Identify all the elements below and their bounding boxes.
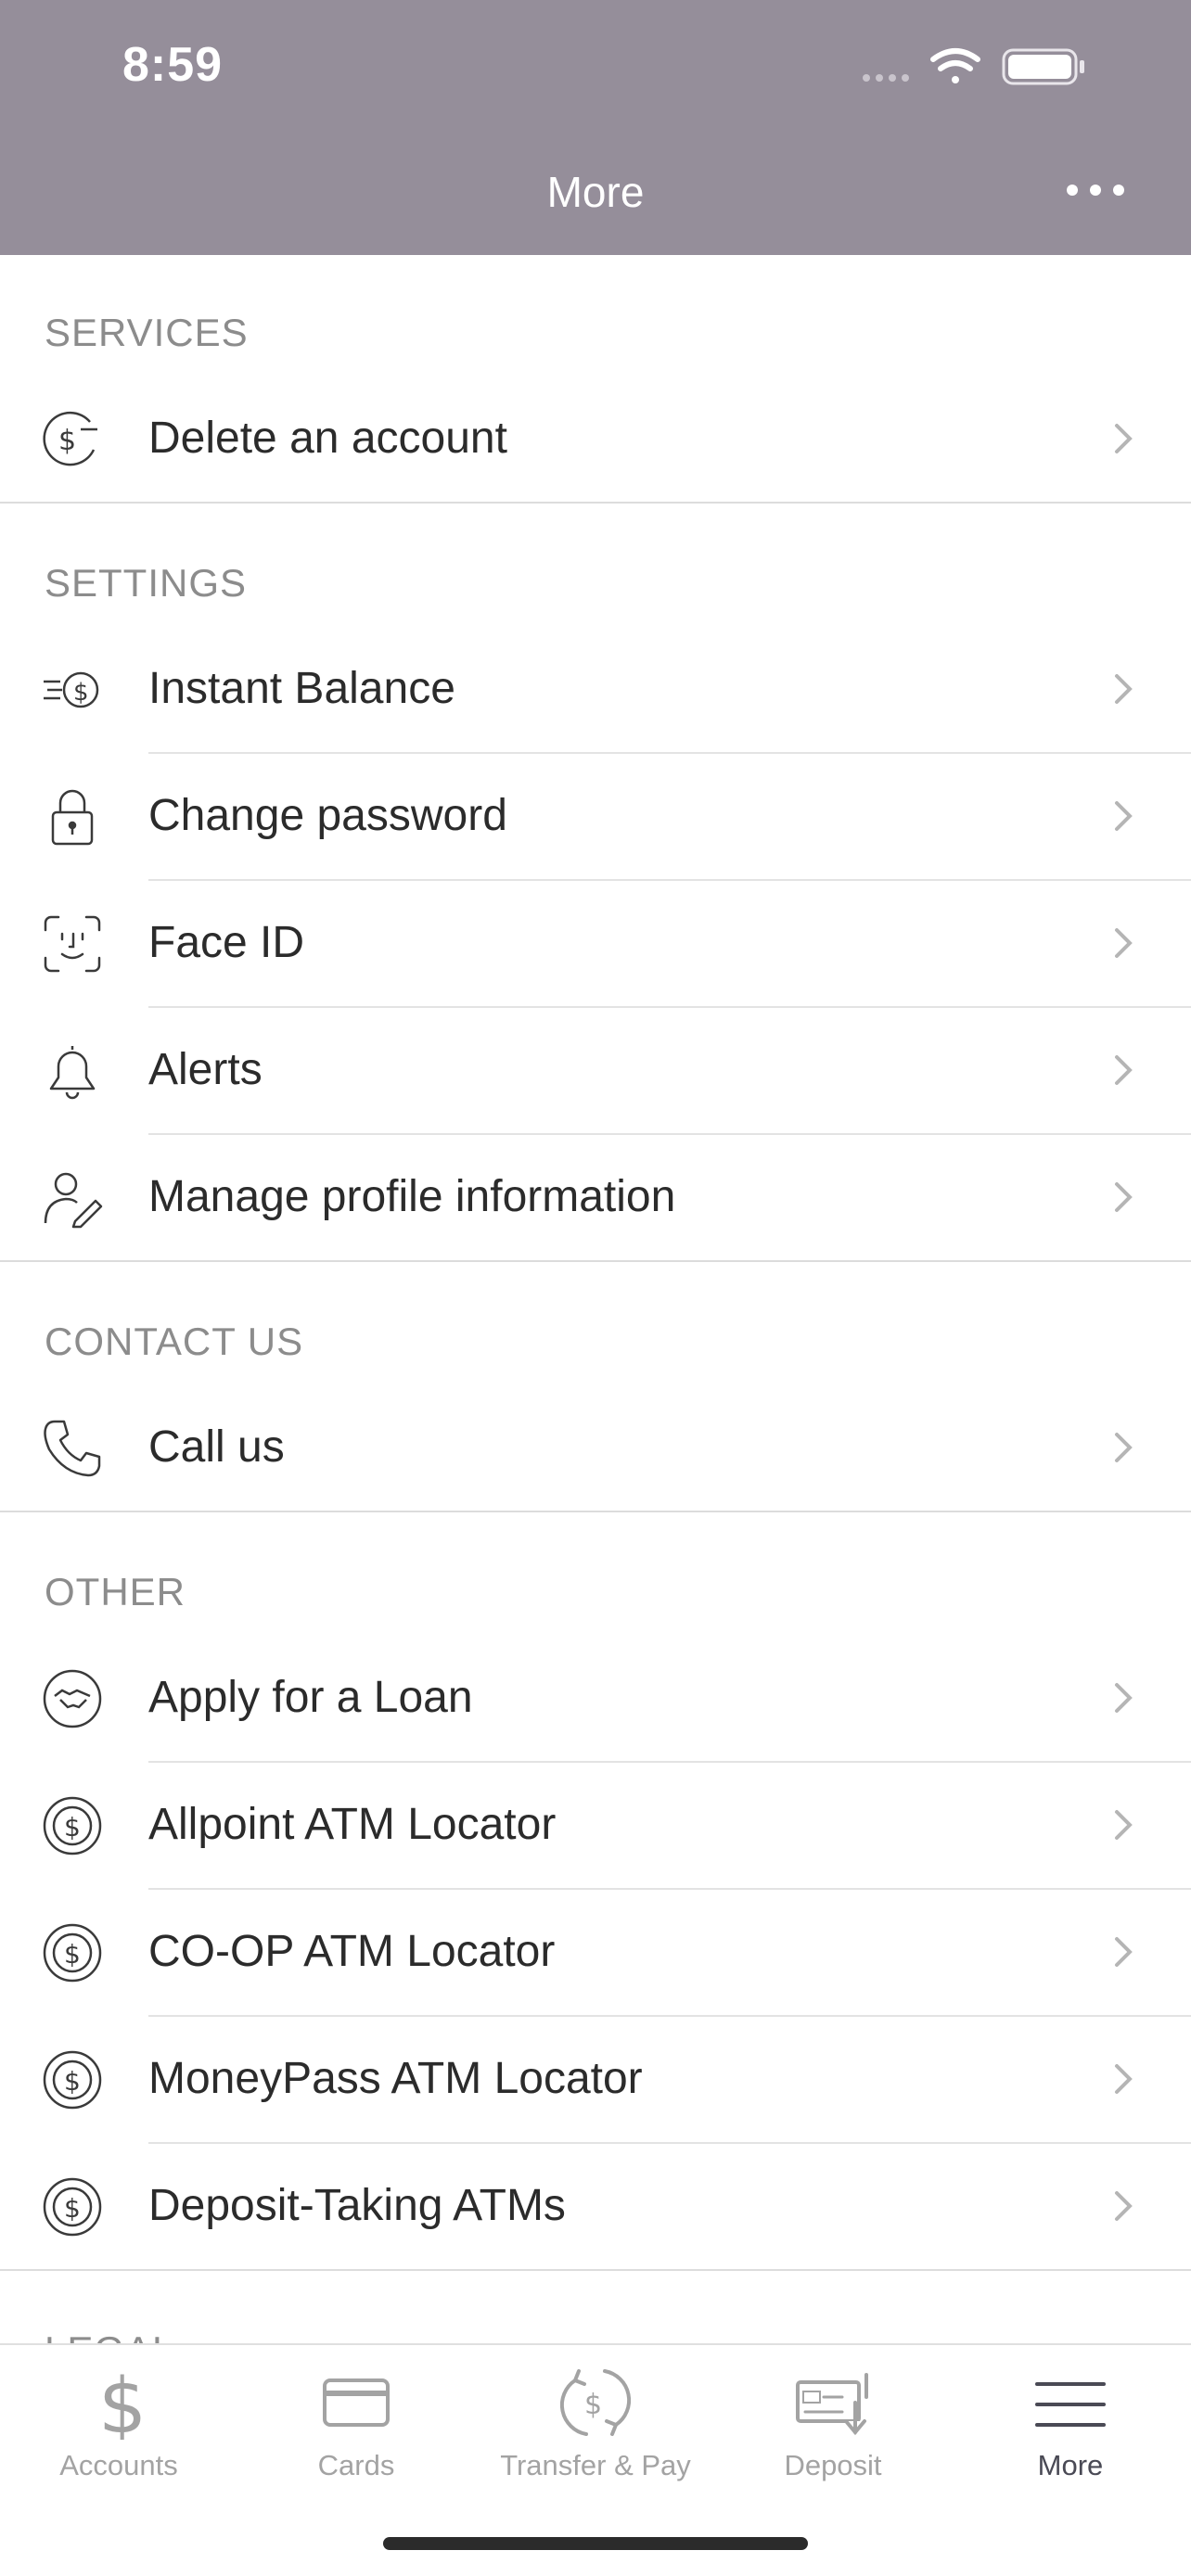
svg-text:$: $ xyxy=(64,2193,81,2224)
row-label: Manage profile information xyxy=(148,1172,676,1221)
tab-label: More xyxy=(1037,2449,1104,2481)
more-options-button[interactable] xyxy=(1067,176,1124,204)
chevron-right-icon xyxy=(1115,928,1133,958)
row-label: Call us xyxy=(148,1422,285,1472)
row-delete-account[interactable]: $ Delete an account xyxy=(0,376,1191,502)
tab-label: Accounts xyxy=(59,2449,178,2481)
tab-cards[interactable]: Cards xyxy=(237,2345,475,2503)
section-divider xyxy=(0,1511,1191,1512)
row-apply-loan[interactable]: Apply for a Loan xyxy=(0,1635,1191,1761)
status-icons xyxy=(863,48,1084,85)
row-deposit-atms[interactable]: $ Deposit-Taking ATMs xyxy=(0,2143,1191,2269)
row-manage-profile[interactable]: Manage profile information xyxy=(0,1134,1191,1260)
tab-label: Transfer & Pay xyxy=(500,2449,691,2481)
chevron-right-icon xyxy=(1115,674,1133,704)
row-label: Change password xyxy=(148,791,507,840)
row-call-us[interactable]: Call us xyxy=(0,1384,1191,1511)
section-divider xyxy=(0,1260,1191,1262)
svg-text:$: $ xyxy=(73,679,89,707)
svg-text:$: $ xyxy=(64,1812,81,1843)
nav-header: 8:59 More xyxy=(0,0,1191,255)
chevron-right-icon xyxy=(1115,1182,1133,1212)
wifi-icon xyxy=(930,48,980,83)
dollar-circle-icon: $ xyxy=(43,2177,102,2237)
card-icon xyxy=(323,2378,390,2427)
section-header-services: SERVICES xyxy=(45,311,249,354)
chevron-right-icon xyxy=(1115,1055,1133,1085)
chevron-right-icon xyxy=(1115,2064,1133,2094)
dollar-icon: $ xyxy=(98,2366,147,2440)
status-time: 8:59 xyxy=(122,38,224,92)
svg-text:$: $ xyxy=(64,1939,81,1970)
row-label: Delete an account xyxy=(148,414,507,463)
lock-icon xyxy=(51,789,94,846)
profile-edit-icon xyxy=(44,1172,103,1229)
tab-transfer-pay[interactable]: $ Transfer & Pay xyxy=(477,2345,714,2503)
chevron-right-icon xyxy=(1115,1433,1133,1462)
tab-accounts[interactable]: $ Accounts xyxy=(0,2345,237,2503)
chevron-right-icon xyxy=(1115,2191,1133,2221)
menu-icon xyxy=(1035,2382,1106,2427)
row-coop-atm[interactable]: $ CO-OP ATM Locator xyxy=(0,1889,1191,2015)
chevron-right-icon xyxy=(1115,1937,1133,1967)
chevron-right-icon xyxy=(1115,424,1133,453)
transfer-icon: $ xyxy=(559,2369,632,2436)
face-id-icon xyxy=(44,915,101,973)
row-label: Alerts xyxy=(148,1045,263,1094)
section-header-settings: SETTINGS xyxy=(45,561,248,605)
dollar-minus-icon: $ xyxy=(43,411,97,466)
svg-text:$: $ xyxy=(64,2066,81,2097)
bell-icon xyxy=(49,1046,96,1100)
chevron-right-icon xyxy=(1115,1683,1133,1713)
tab-deposit[interactable]: Deposit xyxy=(714,2345,952,2503)
dot-icon xyxy=(1090,185,1101,196)
handshake-icon xyxy=(43,1669,102,1728)
dollar-circle-icon: $ xyxy=(43,2050,102,2110)
section-header-contact: CONTACT US xyxy=(45,1320,304,1363)
section-divider xyxy=(0,502,1191,504)
battery-icon xyxy=(1002,48,1084,85)
dot-icon xyxy=(1113,185,1124,196)
row-moneypass-atm[interactable]: $ MoneyPass ATM Locator xyxy=(0,2016,1191,2142)
row-label: Allpoint ATM Locator xyxy=(148,1800,557,1849)
row-label: Deposit-Taking ATMs xyxy=(148,2181,566,2230)
chevron-right-icon xyxy=(1115,1810,1133,1840)
dollar-circle-icon: $ xyxy=(43,1923,102,1983)
row-instant-balance[interactable]: $ Instant Balance xyxy=(0,626,1191,752)
section-header-legal: LEGAL xyxy=(45,2328,174,2343)
row-change-password[interactable]: Change password xyxy=(0,753,1191,879)
svg-text:$: $ xyxy=(58,425,76,457)
instant-balance-icon: $ xyxy=(44,671,99,708)
dollar-circle-icon: $ xyxy=(43,1796,102,1855)
tab-more[interactable]: More xyxy=(952,2345,1189,2503)
row-label: Face ID xyxy=(148,918,305,967)
svg-text:$: $ xyxy=(584,2389,602,2421)
row-face-id[interactable]: Face ID xyxy=(0,880,1191,1006)
chevron-right-icon xyxy=(1115,801,1133,831)
check-deposit-icon xyxy=(796,2373,868,2436)
tab-label: Cards xyxy=(317,2449,395,2481)
row-label: Apply for a Loan xyxy=(148,1673,473,1722)
dot-icon xyxy=(1067,185,1078,196)
page-title: More xyxy=(546,168,645,216)
row-label: CO-OP ATM Locator xyxy=(148,1927,556,1976)
home-indicator[interactable] xyxy=(383,2537,808,2550)
phone-icon xyxy=(44,1420,101,1477)
row-label: Instant Balance xyxy=(148,664,455,713)
row-allpoint-atm[interactable]: $ Allpoint ATM Locator xyxy=(0,1762,1191,1888)
section-header-other: OTHER xyxy=(45,1570,186,1613)
row-alerts[interactable]: Alerts xyxy=(0,1007,1191,1133)
row-label: MoneyPass ATM Locator xyxy=(148,2054,643,2103)
settings-list: SERVICES $ Delete an account SETTINGS $ … xyxy=(0,255,1191,2343)
tab-label: Deposit xyxy=(784,2449,882,2481)
section-divider xyxy=(0,2269,1191,2271)
cellular-signal-icon xyxy=(863,74,909,82)
svg-text:$: $ xyxy=(98,2366,147,2440)
